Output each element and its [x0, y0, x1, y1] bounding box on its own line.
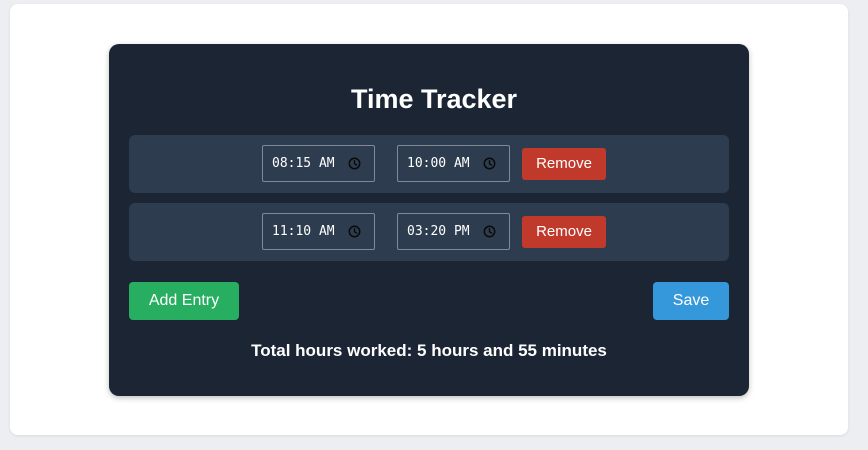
- clock-icon[interactable]: [483, 157, 496, 170]
- start-time-value: 08:15 AM: [272, 156, 335, 171]
- clock-icon[interactable]: [348, 157, 361, 170]
- clock-icon[interactable]: [348, 225, 361, 238]
- end-time-input[interactable]: 10:00 AM: [397, 145, 510, 182]
- start-time-value: 11:10 AM: [272, 224, 335, 239]
- add-entry-button[interactable]: Add Entry: [129, 282, 239, 320]
- time-entry-row: 08:15 AM 10:00 AM Remove: [129, 135, 729, 193]
- total-hours-summary: Total hours worked: 5 hours and 55 minut…: [251, 341, 607, 360]
- page-title: Time Tracker: [350, 84, 518, 114]
- end-time-value: 03:20 PM: [407, 224, 470, 239]
- remove-entry-button[interactable]: Remove: [522, 148, 606, 180]
- time-entry-row: 11:10 AM 03:20 PM Remove: [129, 203, 729, 261]
- start-time-input[interactable]: 08:15 AM: [262, 145, 375, 182]
- save-button[interactable]: Save: [653, 282, 729, 320]
- remove-entry-button[interactable]: Remove: [522, 216, 606, 248]
- end-time-value: 10:00 AM: [407, 156, 470, 171]
- start-time-input[interactable]: 11:10 AM: [262, 213, 375, 250]
- end-time-input[interactable]: 03:20 PM: [397, 213, 510, 250]
- clock-icon[interactable]: [483, 225, 496, 238]
